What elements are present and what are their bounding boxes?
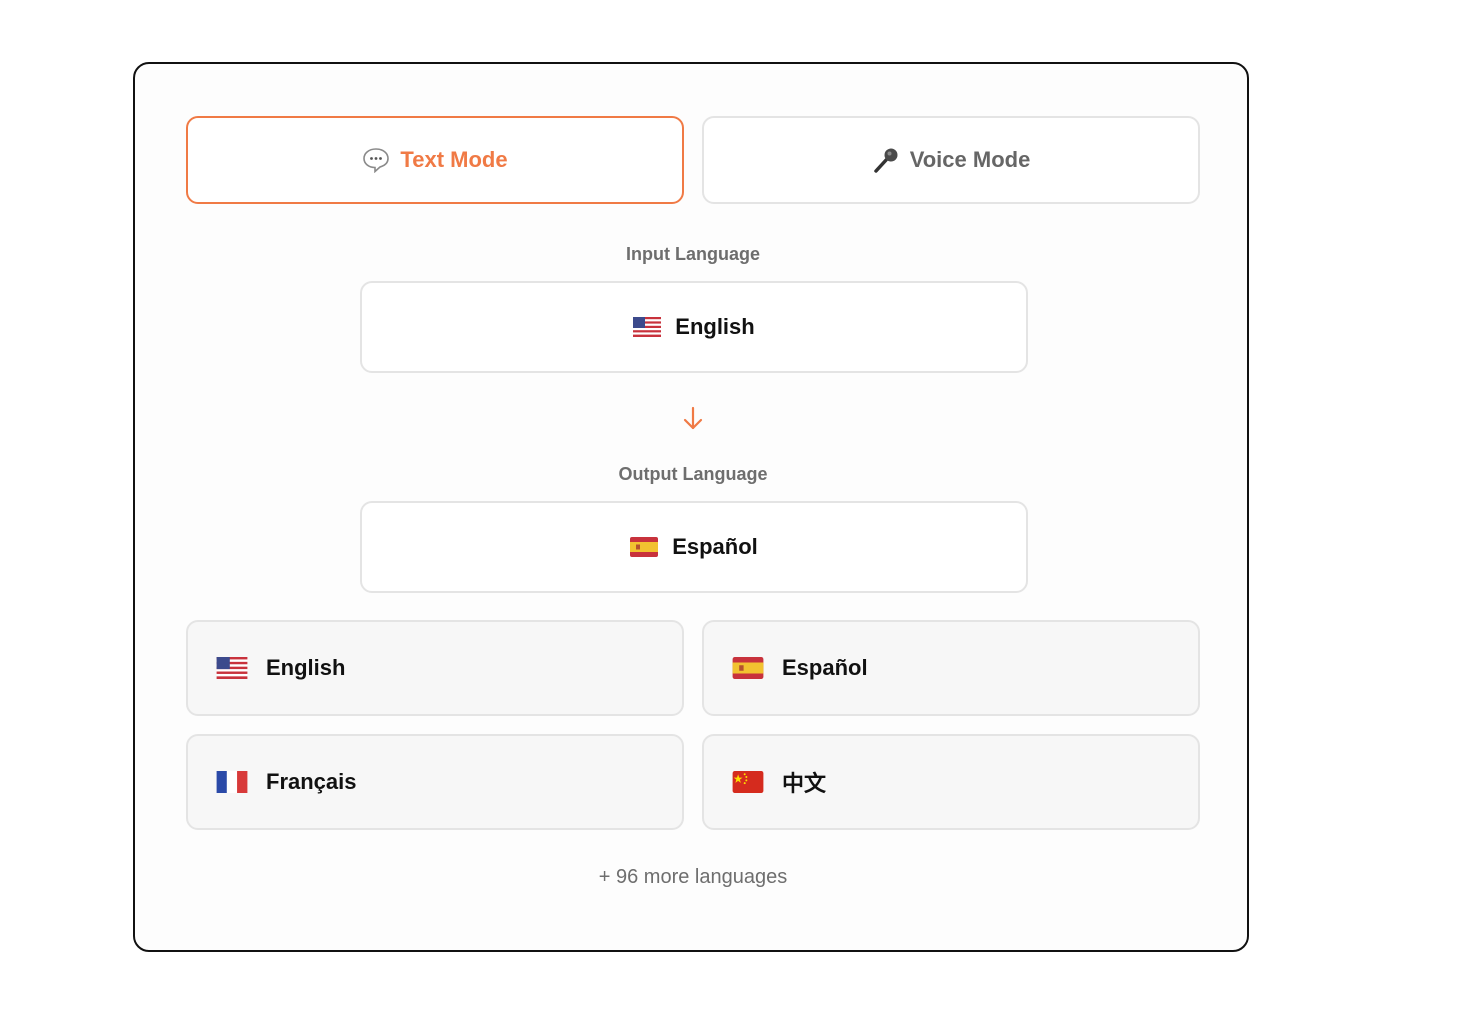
spain-flag-icon	[630, 537, 659, 557]
speech-bubble-icon	[362, 147, 390, 173]
us-flag-icon	[216, 657, 248, 679]
input-language-value: English	[675, 314, 755, 339]
output-language-select[interactable]: Español	[360, 501, 1028, 593]
arrow-down-icon	[681, 406, 705, 432]
quick-language-label: English	[266, 655, 346, 680]
voice-mode-label: Voice Mode	[909, 147, 1031, 172]
us-flag-icon	[633, 317, 662, 337]
text-mode-label: Text Mode	[400, 147, 508, 172]
china-flag-icon	[732, 771, 764, 793]
input-language-label: Input Language	[626, 244, 760, 264]
quick-language-label: Français	[266, 769, 357, 794]
translator-card: Text Mode Voice Mode Input Language Engl…	[133, 62, 1249, 952]
text-mode-button[interactable]: Text Mode	[186, 116, 684, 204]
quick-language-label: 中文	[782, 771, 827, 796]
quick-language-francais[interactable]: Français	[186, 734, 684, 830]
more-languages-link[interactable]: + 96 more languages	[135, 866, 1251, 889]
quick-language-espanol[interactable]: Español	[702, 620, 1200, 716]
output-language-value: Español	[672, 534, 758, 559]
input-language-select[interactable]: English	[360, 281, 1028, 373]
quick-language-label: Español	[782, 655, 868, 680]
microphone-icon	[872, 146, 900, 174]
france-flag-icon	[216, 771, 248, 793]
quick-language-chinese[interactable]: 中文	[702, 734, 1200, 830]
quick-language-english[interactable]: English	[186, 620, 684, 716]
spain-flag-icon	[732, 657, 764, 679]
output-language-label: Output Language	[618, 464, 768, 484]
voice-mode-button[interactable]: Voice Mode	[702, 116, 1200, 204]
